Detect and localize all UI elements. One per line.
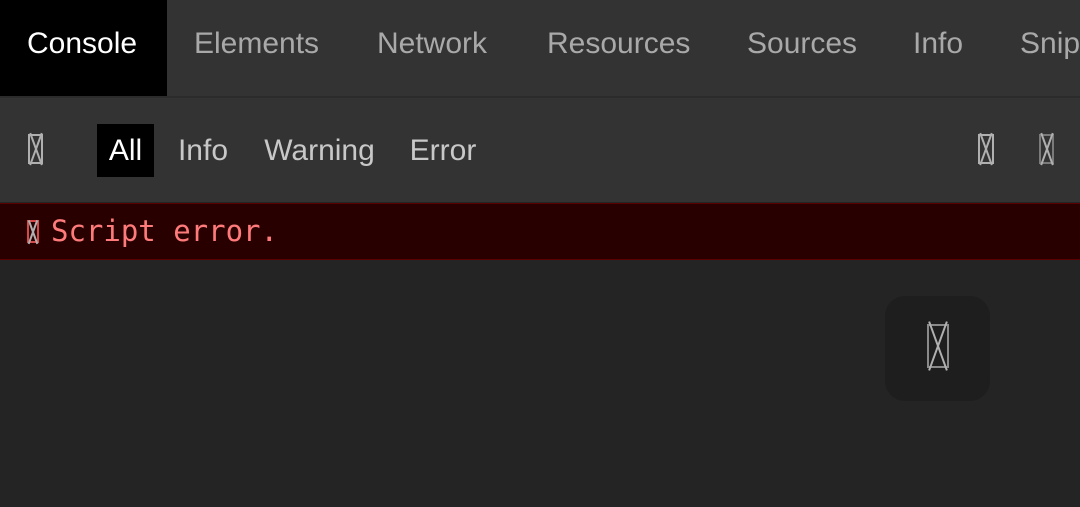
filter-icon[interactable]: [1039, 134, 1054, 164]
filter-all[interactable]: All: [97, 124, 154, 177]
copy-icon[interactable]: [978, 134, 994, 164]
tab-resources[interactable]: Resources: [547, 0, 690, 96]
tab-elements[interactable]: Elements: [194, 0, 319, 96]
floating-tool-button[interactable]: [885, 296, 990, 401]
devtools-tab-bar: Console Elements Network Resources Sourc…: [0, 0, 1080, 98]
tool-icon: [927, 324, 949, 368]
tab-info[interactable]: Info: [913, 0, 963, 96]
console-toolbar: [0, 98, 1080, 202]
tab-snippets[interactable]: Snip: [1020, 0, 1080, 96]
filter-info[interactable]: Info: [175, 124, 231, 177]
tab-network[interactable]: Network: [377, 0, 487, 96]
tab-console[interactable]: Console: [0, 0, 167, 96]
error-icon: [27, 220, 39, 243]
filter-warning[interactable]: Warning: [262, 124, 377, 177]
filter-error[interactable]: Error: [409, 124, 477, 177]
error-message: Script error.: [51, 214, 278, 248]
clear-console-icon[interactable]: [28, 134, 43, 164]
console-error-entry[interactable]: Script error.: [0, 203, 1080, 260]
tab-sources[interactable]: Sources: [747, 0, 857, 96]
